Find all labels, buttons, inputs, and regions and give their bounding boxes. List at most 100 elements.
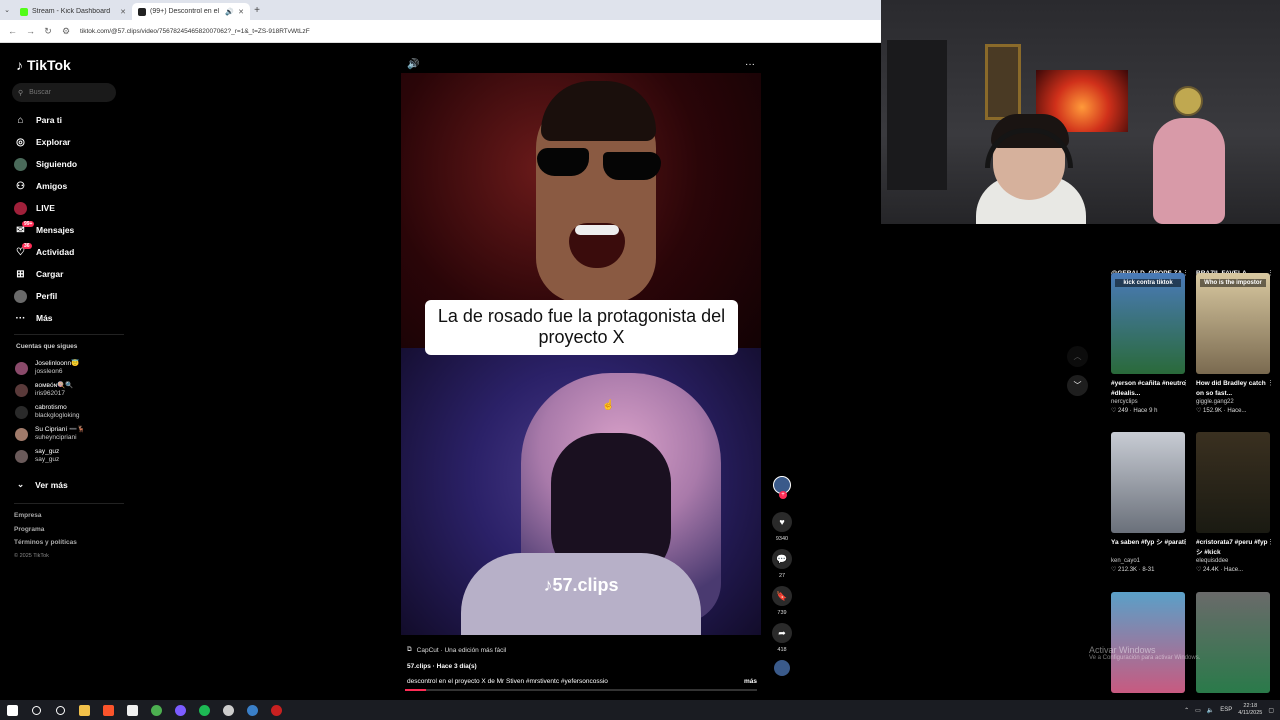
video-watermark: ♪57.clips: [401, 575, 761, 596]
share-action[interactable]: ➦ 418: [771, 623, 793, 654]
account-names: cabrotismo blackglogloking: [35, 404, 79, 420]
search-icon[interactable]: [24, 700, 48, 720]
next-video-button[interactable]: ﹀: [1067, 375, 1088, 396]
see-more-button[interactable]: ⌄ Ver más: [17, 479, 68, 490]
site-info-icon[interactable]: ⚙: [62, 26, 70, 37]
video-thumbnail[interactable]: Who is the impostor: [1196, 273, 1270, 374]
obs-icon[interactable]: [168, 700, 192, 720]
reload-icon[interactable]: ↻: [44, 26, 52, 37]
language-indicator[interactable]: ESP: [1220, 707, 1232, 713]
volume-icon[interactable]: 🔈: [1207, 707, 1214, 714]
following-account[interactable]: Su Ciprianí ➖🦌 suheyncipriani: [15, 423, 125, 445]
search-box[interactable]: ⚲: [12, 83, 116, 102]
sidebar-item-cargar[interactable]: ⊞ Cargar: [14, 263, 124, 285]
recommended-video-card[interactable]: Ya saben #fyp シ #parati ken_cayo1 ♡ 212.3K…: [1111, 432, 1189, 573]
video-player[interactable]: La de rosado fue la protagonista del pro…: [401, 73, 761, 635]
back-icon[interactable]: ←: [8, 26, 17, 36]
recommended-video-card[interactable]: kick contra tiktok #yerson #cañita #neutr…: [1111, 273, 1189, 414]
forward-icon[interactable]: →: [26, 26, 35, 36]
windows-start-icon[interactable]: [0, 700, 24, 720]
volume-icon[interactable]: 🔊: [407, 59, 419, 70]
sidebar-item-para-ti[interactable]: ⌂ Para ti: [14, 109, 124, 131]
video-stats: ♡ 212.3K · 8-31: [1111, 567, 1155, 573]
sidebar-item-mas[interactable]: ··· Más: [14, 307, 124, 329]
following-account[interactable]: ʙᴏᴍʙóɴ🍭🔍 iris962017: [15, 379, 125, 401]
recommended-video-card[interactable]: [1111, 592, 1189, 693]
video-author[interactable]: giggle.gang22: [1196, 399, 1274, 405]
show-more-link[interactable]: más: [744, 678, 757, 685]
brave-icon[interactable]: [96, 700, 120, 720]
clock[interactable]: 22:18 4/11/2025: [1238, 703, 1262, 717]
browser-tab-kick[interactable]: Stream - Kick Dashboard ✕: [14, 3, 132, 20]
network-icon[interactable]: ▭: [1195, 707, 1201, 714]
sidebar-item-explorar[interactable]: ◎ Explorar: [14, 131, 124, 153]
more-options-icon[interactable]: ···: [745, 59, 755, 70]
comment-icon[interactable]: 💬: [772, 549, 792, 569]
share-icon[interactable]: ➦: [772, 623, 792, 643]
sidebar-item-label: Explorar: [36, 137, 71, 147]
tab-search-chevron-icon[interactable]: ⌄: [0, 6, 14, 14]
music-disc[interactable]: [771, 660, 793, 676]
obs-studio-icon[interactable]: [216, 700, 240, 720]
bookmark-icon[interactable]: 🔖: [772, 586, 792, 606]
account-handle: iris962017: [35, 390, 65, 397]
recommended-video-card[interactable]: Who is the impostor How did Bradley catch…: [1196, 273, 1274, 414]
sidebar-item-actividad[interactable]: ♡ 36 Actividad: [14, 241, 124, 263]
more-options-icon[interactable]: ⋮: [1182, 538, 1189, 546]
close-icon[interactable]: ✕: [120, 8, 126, 16]
author-line[interactable]: 57.clips · Hace 3 día(s): [407, 663, 757, 670]
comment-action[interactable]: 💬 27: [771, 549, 793, 580]
heart-icon[interactable]: ♥: [772, 512, 792, 532]
more-options-icon[interactable]: ⋮: [1182, 379, 1189, 387]
video-author[interactable]: elequisddee: [1196, 558, 1274, 564]
sidebar-item-siguiendo[interactable]: Siguiendo: [14, 153, 124, 175]
video-thumbnail[interactable]: [1196, 432, 1270, 533]
url-field[interactable]: tiktok.com/@57.clips/video/7567824546582…: [80, 28, 310, 35]
chevron-up-icon[interactable]: ⌃: [1184, 707, 1189, 714]
tiktok-logo[interactable]: ♪ TikTok: [16, 57, 71, 73]
recommended-video-card[interactable]: [1196, 592, 1274, 693]
video-author[interactable]: nercyclips: [1111, 399, 1189, 405]
more-options-icon[interactable]: ⋮: [1267, 538, 1274, 546]
app-icon[interactable]: [264, 700, 288, 720]
like-action[interactable]: ♥ 9340: [771, 512, 793, 543]
capcut-tag[interactable]: ⧉ CapCut · Una edición más fácil: [407, 646, 757, 654]
recommended-video-card[interactable]: #cristorata7 #peru #fyp シ #kick elequisdd…: [1196, 432, 1274, 573]
more-options-icon[interactable]: ⋮: [1267, 379, 1274, 387]
save-action[interactable]: 🔖 739: [771, 586, 793, 617]
video-thumbnail[interactable]: [1111, 592, 1185, 693]
video-progress-bar[interactable]: [405, 689, 757, 691]
speaker-icon[interactable]: 🔊: [225, 8, 234, 16]
task-view-icon[interactable]: [48, 700, 72, 720]
footer-link-empresa[interactable]: Empresa: [14, 512, 77, 526]
sidebar-item-perfil[interactable]: Perfil: [14, 285, 124, 307]
previous-video-button[interactable]: ︿: [1067, 346, 1088, 367]
search-icon: ⚲: [18, 89, 24, 97]
following-account[interactable]: cabrotismo blackglogloking: [15, 401, 125, 423]
file-explorer-icon[interactable]: [72, 700, 96, 720]
webcam-painting: [985, 44, 1021, 120]
video-thumbnail[interactable]: [1111, 432, 1185, 533]
close-icon[interactable]: ✕: [238, 8, 244, 16]
spotify-icon[interactable]: [192, 700, 216, 720]
search-input[interactable]: [29, 89, 100, 96]
browser-tab-tiktok[interactable]: (99+) Descontrol en el Proy... 🔊 ✕: [132, 3, 250, 20]
sidebar-item-amigos[interactable]: ⚇ Amigos: [14, 175, 124, 197]
store-icon[interactable]: [120, 700, 144, 720]
new-tab-button[interactable]: +: [250, 5, 264, 16]
video-thumbnail[interactable]: kick contra tiktok: [1111, 273, 1185, 374]
steam-icon[interactable]: [240, 700, 264, 720]
video-author[interactable]: ken_cayo1: [1111, 558, 1189, 564]
sidebar-item-mensajes[interactable]: ✉ 99+ Mensajes: [14, 219, 124, 241]
video-thumbnail[interactable]: [1196, 592, 1270, 693]
footer-link-terminos[interactable]: Términos y políticas: [14, 539, 77, 553]
following-account[interactable]: say_guz say_guz: [15, 445, 125, 467]
footer-link-programa[interactable]: Programa: [14, 526, 77, 540]
account-handle: suheyncipriani: [35, 434, 77, 441]
chrome-icon[interactable]: [144, 700, 168, 720]
following-account[interactable]: Joselinloonn😇 jossleon6: [15, 357, 125, 379]
notification-icon[interactable]: ▢: [1268, 707, 1274, 714]
follow-plus-icon[interactable]: +: [779, 491, 787, 499]
sidebar-item-live[interactable]: LIVE: [14, 197, 124, 219]
creator-avatar[interactable]: +: [771, 476, 793, 499]
